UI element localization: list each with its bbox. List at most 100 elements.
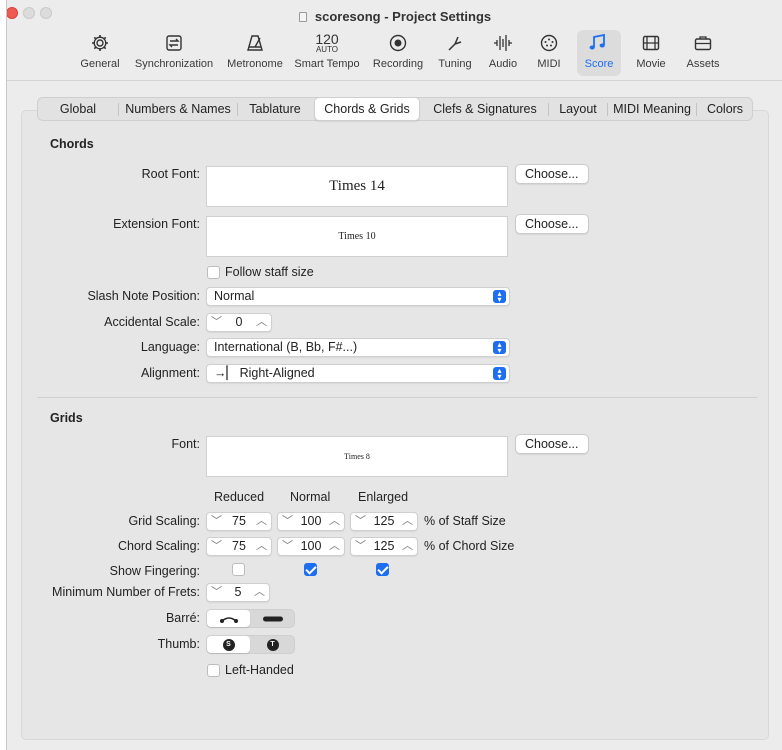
accidental-scale-stepper[interactable]: ﹀ 0 ︿ [206, 313, 272, 332]
tuning-fork-icon [433, 30, 477, 56]
left-handed-label: Left-Handed [225, 663, 294, 677]
section-divider [37, 397, 757, 398]
chevron-up-icon[interactable]: ︿ [256, 539, 267, 554]
project-settings-window: scoresong - Project Settings General Syn… [6, 0, 782, 750]
left-handed-checkbox[interactable] [207, 664, 220, 677]
grid-font-choose-button[interactable]: Choose... [515, 434, 589, 454]
grids-header: Grids [50, 411, 83, 425]
grid-scaling-suffix: % of Staff Size [424, 514, 506, 528]
barre-label: Barré: [165, 611, 200, 625]
waveform-icon [483, 30, 523, 56]
toolbar-movie[interactable]: Movie [629, 30, 673, 76]
tab-layout[interactable]: Layout [549, 98, 607, 120]
toolbar-synchronization[interactable]: Synchronization [129, 30, 219, 76]
toolbar-recording[interactable]: Recording [367, 30, 429, 76]
metronome-icon [223, 30, 287, 56]
column-normal-label: Normal [290, 490, 331, 504]
tab-numbers-names[interactable]: Numbers & Names [119, 98, 237, 120]
barre-bar-icon [262, 616, 283, 621]
chords-header: Chords [50, 137, 94, 151]
barre-arc-option[interactable] [207, 610, 250, 627]
root-font-label: Root Font: [141, 167, 200, 181]
tab-colors[interactable]: Colors [697, 98, 753, 120]
chord-scaling-label: Chord Scaling: [118, 539, 200, 553]
chevron-up-icon[interactable]: ︿ [329, 539, 340, 554]
barre-segmented-control [206, 609, 295, 628]
extension-font-choose-button[interactable]: Choose... [515, 214, 589, 234]
alignment-label: Alignment: [140, 366, 200, 380]
slash-note-position-label: Slash Note Position: [87, 289, 200, 303]
thumb-segmented-control: S T [206, 635, 295, 654]
window-title: scoresong - Project Settings [7, 9, 782, 24]
toolbar-audio[interactable]: Audio [483, 30, 523, 76]
barre-arc-icon [219, 616, 238, 623]
chord-scaling-reduced-stepper[interactable]: ﹀ 75 ︿ [206, 537, 272, 556]
popup-arrows-icon: ▴ ▾ [493, 290, 506, 304]
tab-clefs-signatures[interactable]: Clefs & Signatures [422, 98, 548, 120]
show-fingering-normal-checkbox[interactable] [304, 563, 317, 576]
toolbar-general[interactable]: General [77, 30, 123, 76]
chevron-up-icon[interactable]: ︿ [256, 315, 267, 330]
thumb-s-icon: S [222, 638, 235, 651]
chord-scaling-normal-stepper[interactable]: ﹀ 100 ︿ [277, 537, 345, 556]
grid-scaling-label: Grid Scaling: [128, 514, 200, 528]
thumb-s-option[interactable]: S [207, 636, 250, 653]
toolbar-smart-tempo[interactable]: 120 AUTO Smart Tempo [291, 30, 363, 76]
toolbar-score[interactable]: Score [577, 30, 621, 76]
document-icon [298, 12, 307, 22]
toolbar-tuning[interactable]: Tuning [433, 30, 477, 76]
popup-arrows-icon: ▴ ▾ [493, 341, 506, 355]
tab-chords-grids[interactable]: Chords & Grids [314, 97, 420, 121]
extension-font-preview: Times 10 [206, 216, 508, 257]
tab-bar: Global Numbers & Names Tablature Chords … [37, 97, 753, 121]
gear-icon [77, 30, 123, 56]
alignment-popup[interactable]: →▏ Right-Aligned ▴ ▾ [206, 364, 510, 383]
show-fingering-label: Show Fingering: [109, 564, 200, 578]
toolbar-assets[interactable]: Assets [681, 30, 725, 76]
tab-tablature[interactable]: Tablature [238, 98, 312, 120]
grid-font-preview: Times 8 [206, 436, 508, 477]
follow-staff-size-checkbox[interactable] [207, 266, 220, 279]
record-icon [367, 30, 429, 56]
chevron-up-icon[interactable]: ︿ [402, 539, 413, 554]
chevron-up-icon[interactable]: ︿ [254, 585, 265, 600]
popup-arrows-icon: ▴ ▾ [493, 367, 506, 381]
column-reduced-label: Reduced [214, 490, 265, 504]
midi-icon [529, 30, 569, 56]
tab-midi-meaning[interactable]: MIDI Meaning [608, 98, 696, 120]
barre-bar-option[interactable] [251, 610, 294, 627]
column-enlarged-label: Enlarged [358, 490, 409, 504]
thumb-t-option[interactable]: T [251, 636, 294, 653]
follow-staff-size-label: Follow staff size [225, 265, 314, 279]
language-popup[interactable]: International (B, Bb, F#...) ▴ ▾ [206, 338, 510, 357]
grid-scaling-normal-stepper[interactable]: ﹀ 100 ︿ [277, 512, 345, 531]
extension-font-label: Extension Font: [113, 217, 200, 231]
tab-global[interactable]: Global [38, 98, 118, 120]
toolbar-divider [7, 80, 782, 81]
language-label: Language: [140, 340, 200, 354]
accidental-scale-label: Accidental Scale: [104, 315, 200, 329]
root-font-choose-button[interactable]: Choose... [515, 164, 589, 184]
toolbar-midi[interactable]: MIDI [529, 30, 569, 76]
grid-font-label: Font: [171, 437, 201, 451]
chevron-up-icon[interactable]: ︿ [256, 514, 267, 529]
film-icon [629, 30, 673, 56]
minimum-frets-label: Minimum Number of Frets: [52, 585, 200, 599]
chord-scaling-suffix: % of Chord Size [424, 539, 515, 553]
show-fingering-reduced-checkbox[interactable] [232, 563, 245, 576]
grid-scaling-enlarged-stepper[interactable]: ﹀ 125 ︿ [350, 512, 418, 531]
grid-scaling-reduced-stepper[interactable]: ﹀ 75 ︿ [206, 512, 272, 531]
toolbar-metronome[interactable]: Metronome [223, 30, 287, 76]
briefcase-icon [681, 30, 725, 56]
chord-scaling-enlarged-stepper[interactable]: ﹀ 125 ︿ [350, 537, 418, 556]
tempo-icon: 120 AUTO [315, 31, 339, 54]
sync-icon [129, 30, 219, 56]
minimum-frets-stepper[interactable]: ﹀ 5 ︿ [206, 583, 270, 602]
notes-icon [577, 30, 621, 56]
thumb-t-icon: T [266, 638, 279, 651]
root-font-preview: Times 14 [206, 166, 508, 207]
show-fingering-enlarged-checkbox[interactable] [376, 563, 389, 576]
chevron-up-icon[interactable]: ︿ [402, 514, 413, 529]
slash-note-position-popup[interactable]: Normal ▴ ▾ [206, 287, 510, 306]
chevron-up-icon[interactable]: ︿ [329, 514, 340, 529]
